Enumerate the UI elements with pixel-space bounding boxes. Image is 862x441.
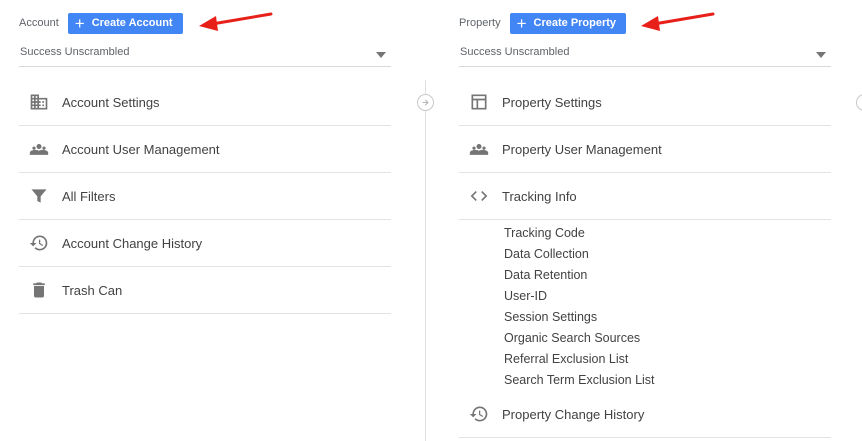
create-property-button[interactable]: + Create Property	[509, 12, 627, 34]
submenu-item-tracking-code[interactable]: Tracking Code	[504, 223, 831, 244]
submenu-item-referral-exclusion-list[interactable]: Referral Exclusion List	[504, 349, 831, 370]
submenu-item-organic-search-sources[interactable]: Organic Search Sources	[504, 328, 831, 349]
account-menu: Account Settings Account User Management…	[19, 79, 391, 314]
account-dropdown-value: Success Unscrambled	[20, 46, 130, 58]
history-icon	[469, 404, 489, 424]
red-arrow-annotation-account	[199, 12, 273, 31]
plus-icon: +	[516, 13, 527, 33]
menu-item-label: All Filters	[62, 188, 116, 204]
history-icon	[29, 233, 49, 253]
caret-down-icon	[376, 52, 386, 58]
menu-item-all-filters[interactable]: All Filters	[19, 173, 391, 220]
forward-arrow-icon[interactable]	[417, 94, 434, 111]
menu-item-label: Trash Can	[62, 282, 123, 298]
submenu-item-data-collection[interactable]: Data Collection	[504, 244, 831, 265]
menu-item-label: Account User Management	[62, 141, 220, 157]
account-dropdown[interactable]: Success Unscrambled	[19, 40, 391, 67]
menu-item-label: Property Change History	[502, 406, 645, 422]
menu-item-label: Property Settings	[502, 94, 602, 110]
property-label: Property	[459, 17, 501, 29]
menu-item-account-settings[interactable]: Account Settings	[19, 79, 391, 126]
property-dropdown-value: Success Unscrambled	[460, 46, 570, 58]
menu-item-label: Account Change History	[62, 235, 203, 251]
forward-arrow-icon-right[interactable]	[856, 94, 862, 111]
menu-item-trash-can[interactable]: Trash Can	[19, 267, 391, 314]
layout-icon	[469, 92, 489, 112]
trash-icon	[29, 280, 49, 300]
property-header: Property + Create Property	[459, 12, 627, 34]
menu-item-account-user-management[interactable]: Account User Management	[19, 126, 391, 173]
menu-item-property-settings[interactable]: Property Settings	[459, 79, 831, 126]
people-icon	[469, 139, 489, 159]
menu-item-tracking-info[interactable]: Tracking Info	[459, 173, 831, 220]
submenu-item-search-term-exclusion-list[interactable]: Search Term Exclusion List	[504, 370, 831, 391]
create-property-label: Create Property	[533, 17, 617, 29]
create-account-label: Create Account	[91, 17, 173, 29]
red-arrow-annotation-property	[641, 12, 715, 31]
menu-item-label: Account Settings	[62, 94, 160, 110]
people-icon	[29, 139, 49, 159]
plus-icon: +	[74, 13, 85, 33]
building-icon	[29, 92, 49, 112]
property-menu: Property Settings Property User Manageme…	[459, 79, 831, 438]
menu-item-account-change-history[interactable]: Account Change History	[19, 220, 391, 267]
submenu-item-session-settings[interactable]: Session Settings	[504, 307, 831, 328]
create-account-button[interactable]: + Create Account	[67, 12, 183, 34]
menu-item-property-change-history[interactable]: Property Change History	[459, 391, 831, 438]
menu-item-label: Tracking Info	[502, 188, 577, 204]
submenu-item-data-retention[interactable]: Data Retention	[504, 265, 831, 286]
property-dropdown[interactable]: Success Unscrambled	[459, 40, 831, 67]
menu-item-property-user-management[interactable]: Property User Management	[459, 126, 831, 173]
submenu-item-user-id[interactable]: User-ID	[504, 286, 831, 307]
account-header: Account + Create Account	[19, 12, 183, 34]
tracking-info-submenu: Tracking Code Data Collection Data Reten…	[459, 220, 831, 391]
caret-down-icon	[816, 52, 826, 58]
filter-icon	[29, 186, 49, 206]
account-label: Account	[19, 17, 59, 29]
menu-item-label: Property User Management	[502, 141, 662, 157]
column-divider	[425, 80, 426, 441]
code-icon	[469, 186, 489, 206]
